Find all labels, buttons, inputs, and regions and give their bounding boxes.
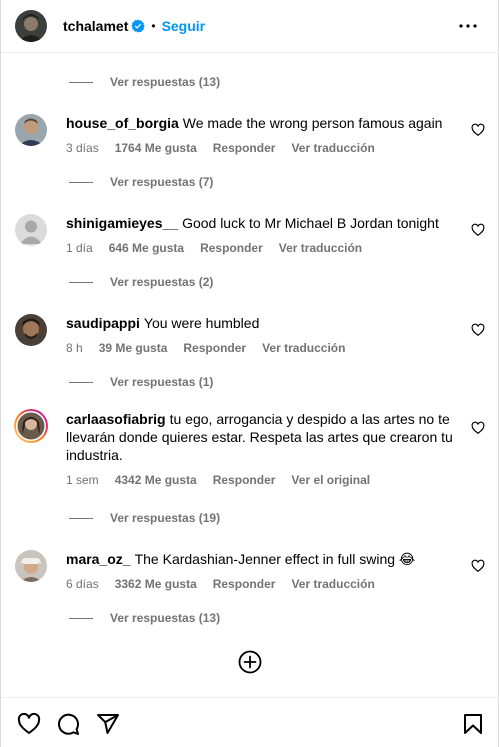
share-icon[interactable] bbox=[96, 712, 120, 736]
comment-text: The Kardashian-Jenner effect in full swi… bbox=[134, 551, 416, 567]
view-replies-label: Ver respuestas (2) bbox=[110, 275, 214, 289]
view-replies-label: Ver respuestas (7) bbox=[110, 175, 214, 189]
comment-text: Good luck to Mr Michael B Jordan tonight bbox=[182, 215, 439, 231]
comment-meta: 1 día 646 Me gusta Responder Ver traducc… bbox=[66, 239, 455, 257]
comment-icon[interactable] bbox=[56, 712, 80, 736]
replies-line bbox=[69, 381, 93, 383]
comment-likes[interactable]: 39 Me gusta bbox=[99, 339, 168, 357]
comment-text: You were humbled bbox=[143, 315, 260, 331]
comment-time[interactable]: 6 días bbox=[66, 575, 99, 593]
separator-dot: • bbox=[151, 19, 156, 33]
replies-line bbox=[69, 517, 93, 519]
commenter-avatar[interactable] bbox=[15, 214, 47, 246]
comment-body: carlaasofiabrig tu ego, arrogancia y desp… bbox=[66, 410, 455, 489]
like-comment-icon[interactable] bbox=[471, 223, 485, 237]
comment-likes[interactable]: 4342 Me gusta bbox=[115, 471, 197, 489]
commenter-username[interactable]: saudipappi bbox=[66, 315, 140, 331]
comment-text: We made the wrong person famous again bbox=[182, 115, 443, 131]
comment-body: house_of_borgia We made the wrong person … bbox=[66, 114, 455, 157]
comment-time[interactable]: 3 días bbox=[66, 139, 99, 157]
translate-button[interactable]: Ver traducción bbox=[291, 139, 374, 157]
see-original-button[interactable]: Ver el original bbox=[291, 471, 370, 489]
replies-line bbox=[69, 181, 93, 183]
reply-button[interactable]: Responder bbox=[213, 139, 276, 157]
comment-likes[interactable]: 3362 Me gusta bbox=[115, 575, 197, 593]
post-comments-panel: tchalamet • Seguir Ver respuestas (13) h… bbox=[0, 0, 499, 747]
reply-button[interactable]: Responder bbox=[183, 339, 246, 357]
view-replies-button[interactable]: Ver respuestas (2) bbox=[69, 274, 213, 290]
commenter-username[interactable]: house_of_borgia bbox=[66, 115, 179, 131]
replies-line bbox=[69, 281, 93, 283]
view-replies-label: Ver respuestas (19) bbox=[110, 511, 221, 525]
view-replies-button[interactable]: Ver respuestas (13) bbox=[69, 610, 220, 626]
save-icon[interactable] bbox=[461, 712, 485, 736]
commenter-username[interactable]: shinigamieyes__ bbox=[66, 215, 178, 231]
comment-likes[interactable]: 1764 Me gusta bbox=[115, 139, 197, 157]
view-replies-button[interactable]: Ver respuestas (13) bbox=[69, 74, 220, 90]
comment-time[interactable]: 8 h bbox=[66, 339, 83, 357]
view-replies-button[interactable]: Ver respuestas (19) bbox=[69, 510, 220, 526]
more-options-icon[interactable] bbox=[456, 14, 480, 38]
comment-likes[interactable]: 646 Me gusta bbox=[109, 239, 184, 257]
reply-button[interactable]: Responder bbox=[213, 575, 276, 593]
comment-meta: 6 días 3362 Me gusta Responder Ver tradu… bbox=[66, 575, 455, 593]
post-actions-bar bbox=[1, 697, 499, 747]
like-comment-icon[interactable] bbox=[471, 421, 485, 435]
reply-button[interactable]: Responder bbox=[213, 471, 276, 489]
follow-button[interactable]: Seguir bbox=[162, 18, 206, 34]
view-replies-label: Ver respuestas (1) bbox=[110, 375, 214, 389]
comment-meta: 8 h 39 Me gusta Responder Ver traducción bbox=[66, 339, 455, 357]
commenter-avatar-story-ring[interactable] bbox=[13, 408, 49, 444]
replies-line bbox=[69, 617, 93, 619]
author-username[interactable]: tchalamet bbox=[63, 18, 128, 34]
like-comment-icon[interactable] bbox=[471, 123, 485, 137]
like-comment-icon[interactable] bbox=[471, 323, 485, 337]
view-replies-button[interactable]: Ver respuestas (7) bbox=[69, 174, 213, 190]
commenter-avatar[interactable] bbox=[15, 314, 47, 346]
view-replies-label: Ver respuestas (13) bbox=[110, 611, 221, 625]
translate-button[interactable]: Ver traducción bbox=[262, 339, 345, 357]
translate-button[interactable]: Ver traducción bbox=[291, 575, 374, 593]
translate-button[interactable]: Ver traducción bbox=[279, 239, 362, 257]
commenter-username[interactable]: mara_oz_ bbox=[66, 551, 131, 567]
commenter-avatar[interactable] bbox=[15, 550, 47, 582]
commenter-avatar[interactable] bbox=[15, 114, 47, 146]
verified-badge-icon bbox=[131, 19, 146, 33]
comment-body: mara_oz_ The Kardashian-Jenner effect in … bbox=[66, 550, 455, 593]
replies-line bbox=[69, 81, 93, 83]
post-header: tchalamet • Seguir bbox=[1, 0, 499, 53]
author-avatar[interactable] bbox=[15, 10, 47, 42]
comment-body: shinigamieyes__ Good luck to Mr Michael B… bbox=[66, 214, 455, 257]
comment-meta: 1 sem 4342 Me gusta Responder Ver el ori… bbox=[66, 471, 455, 489]
view-replies-label: Ver respuestas (13) bbox=[110, 75, 221, 89]
comment-time[interactable]: 1 día bbox=[66, 239, 93, 257]
view-replies-button[interactable]: Ver respuestas (1) bbox=[69, 374, 213, 390]
comment-time[interactable]: 1 sem bbox=[66, 471, 99, 489]
like-icon[interactable] bbox=[17, 712, 41, 736]
reply-button[interactable]: Responder bbox=[200, 239, 263, 257]
like-comment-icon[interactable] bbox=[471, 559, 485, 573]
commenter-username[interactable]: carlaasofiabrig bbox=[66, 411, 166, 427]
comment-body: saudipappi You were humbled 8 h 39 Me gus… bbox=[66, 314, 455, 357]
comment-meta: 3 días 1764 Me gusta Responder Ver tradu… bbox=[66, 139, 455, 157]
load-more-comments-icon[interactable] bbox=[238, 650, 262, 674]
